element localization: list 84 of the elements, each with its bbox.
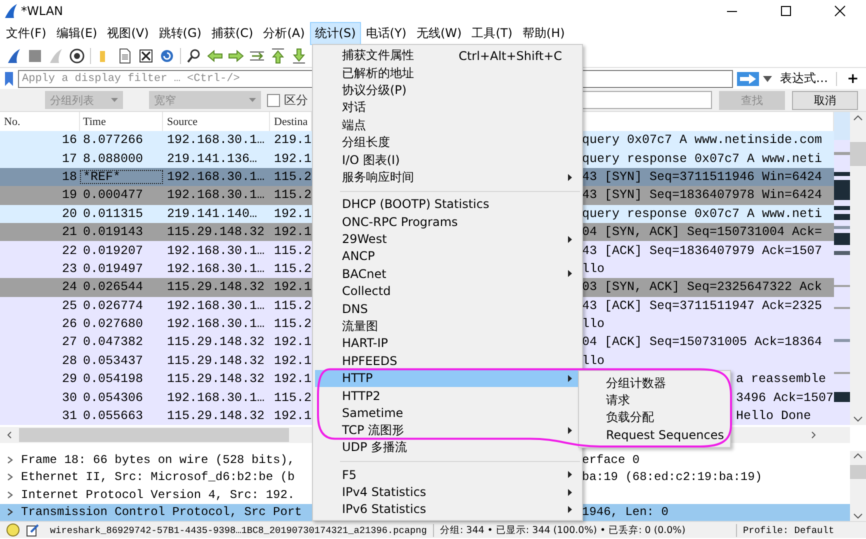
table-cell-text: 192.1 [273, 409, 312, 424]
table-cell-text: 192.168.30.1… [166, 390, 266, 405]
table-cell-text: 20 [60, 206, 78, 221]
table-cell: query 0x07c7 A www.netinside.com [582, 133, 822, 148]
table-cell-text: 115.2 [273, 244, 312, 258]
table-cell-text: 24 [60, 280, 78, 294]
table-cell: 43 [SYN] Seq=3711511946 Win=6424 [582, 170, 822, 184]
table-cell-text: 19 [60, 188, 78, 202]
table-cell-text: 0.054306 [82, 390, 144, 405]
table-cell-text: 115.2 [273, 262, 312, 276]
table-cell-text: 192.1 [273, 152, 312, 166]
table-cell-text: 192.168.30.1… [166, 133, 266, 148]
table-cell: *REF* [80, 170, 163, 184]
table-cell: llo [582, 354, 605, 368]
table-cell-text: 0.054198 [82, 372, 144, 386]
table-cell-text: 192.168.30.1… [166, 317, 266, 332]
table-cell-text: 192.168.30.1… [166, 244, 266, 258]
capture-file-name: wireshark_86929742-57B1-4435-9398…1BC8_20190730174321_a21396.pcapng [50, 524, 427, 536]
table-cell-text: 192.1 [273, 206, 312, 221]
table-cell-text: 0.019207 [82, 244, 144, 258]
table-cell-text: 192.1 [273, 354, 312, 368]
table-cell-text: 0.019143 [82, 225, 144, 240]
table-cell-text: 219.141.136… [166, 152, 258, 166]
table-cell-text: 115.29.148.32 [166, 225, 266, 240]
table-cell-text: 8.088000 [82, 152, 144, 166]
table-cell-text: 21 [60, 225, 78, 240]
table-cell-text: 0.026774 [82, 298, 144, 313]
table-cell: llo [582, 317, 605, 332]
table-cell-text: 31 [60, 409, 78, 424]
window-title: *WLAN [21, 4, 64, 18]
table-cell-text: 27 [60, 335, 78, 350]
table-cell-text: 115.2 [273, 170, 312, 184]
table-cell-text: 0.011315 [82, 206, 144, 221]
table-cell-text: 192.1 [273, 280, 312, 294]
table-cell-text: 18 [60, 170, 78, 184]
table-cell-text: 22 [60, 244, 78, 258]
table-cell: 43 [SYN] Seq=1836407978 Win=6424 [582, 188, 822, 202]
table-cell-text: 219.1 [273, 133, 312, 148]
table-cell-text: 115.29.148.32 [166, 335, 266, 350]
table-cell-text: 8.077266 [82, 133, 144, 148]
table-cell-text: 192.168.30.1… [166, 298, 266, 313]
table-cell-text: 115.2 [273, 188, 312, 202]
table-cell: Hello Done [736, 409, 812, 424]
table-cell-text: 0.026544 [82, 280, 144, 294]
table-cell-text: 26 [60, 317, 78, 332]
table-cell-text: 0.055663 [82, 409, 144, 424]
table-cell-text: 29 [60, 372, 78, 386]
table-cell-text: 192.168.30.1… [166, 188, 266, 202]
table-cell: 43 [ACK] Seq=3711511947 Ack=2325 [582, 298, 822, 313]
packet-counts: 分组: 344 • 已显示: 344 (100.0%) • 已丢弃: 0 (0.0%) [440, 524, 686, 536]
table-cell: llo [582, 262, 605, 276]
table-cell-text: 16 [60, 133, 78, 148]
table-cell-text: 192.1 [273, 335, 312, 350]
table-cell-text: 115.29.148.32 [166, 372, 266, 386]
table-cell: 43 [ACK] Seq=1836407979 Ack=1507 [582, 244, 822, 258]
table-cell-text: 219.141.140… [166, 206, 258, 221]
checkbox-label: 区分 [284, 92, 308, 108]
table-cell-text: 0.000477 [82, 188, 144, 202]
table-cell-text: 115.29.148.32 [166, 280, 266, 294]
table-cell-text: 115.2 [273, 317, 312, 332]
table-cell-text: 192.1 [273, 372, 312, 386]
table-cell-text: 115.29.148.32 [166, 409, 266, 424]
table-cell-text: 115.2 [273, 298, 312, 313]
table-cell-text: 28 [60, 354, 78, 368]
table-cell-text: 0.047382 [82, 335, 144, 350]
table-cell: 03 [SYN, ACK] Seq=2325647322 Ack [582, 280, 822, 294]
table-cell-text: 0.053437 [82, 354, 144, 368]
table-cell: query response 0x07c7 A www.neti [582, 152, 822, 166]
table-cell: 04 [SYN, ACK] Seq=150731004 Ack= [582, 225, 822, 240]
table-cell-text: 17 [60, 152, 78, 166]
table-cell-text: 25 [60, 298, 78, 313]
table-cell-text: 192.1 [273, 225, 312, 240]
table-cell-text: 0.019497 [82, 262, 144, 276]
table-cell: 04 [ACK] Seq=150731005 Ack=18364 [582, 335, 822, 350]
table-cell-text: 115.2 [273, 390, 312, 405]
table-cell: 3496 Ack=1507 [736, 390, 834, 405]
table-cell-text: 192.168.30.1… [166, 170, 266, 184]
table-cell-text: 30 [60, 390, 78, 405]
table-cell: a reassemble [736, 372, 826, 386]
table-cell-text: 115.29.148.32 [166, 354, 266, 368]
table-cell-text: 0.027680 [82, 317, 144, 332]
table-cell: query response 0x07c7 A www.neti [582, 206, 822, 221]
table-cell-text: 192.168.30.1… [166, 262, 266, 276]
table-cell-text: 23 [60, 262, 78, 276]
